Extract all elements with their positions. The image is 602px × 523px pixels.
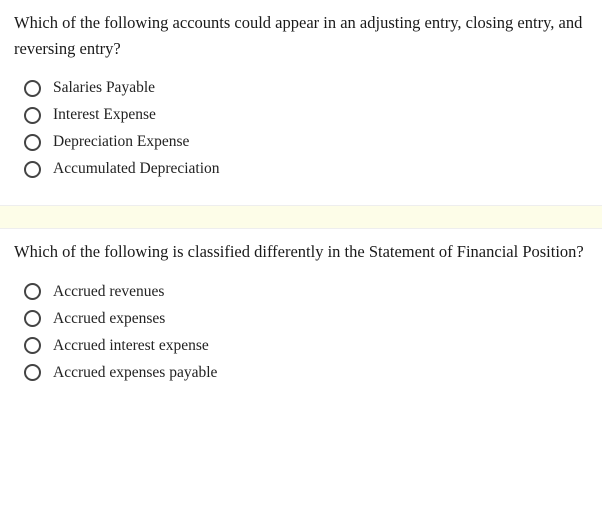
- radio-icon: [24, 364, 41, 381]
- question-1: Which of the following accounts could ap…: [0, 0, 602, 205]
- radio-icon: [24, 337, 41, 354]
- option-label: Interest Expense: [53, 106, 156, 124]
- radio-icon: [24, 283, 41, 300]
- option-accrued-expenses[interactable]: Accrued expenses: [24, 310, 588, 328]
- question-2-options: Accrued revenues Accrued expenses Accrue…: [14, 283, 588, 382]
- option-depreciation-expense[interactable]: Depreciation Expense: [24, 133, 588, 151]
- radio-icon: [24, 134, 41, 151]
- option-accrued-expenses-payable[interactable]: Accrued expenses payable: [24, 364, 588, 382]
- option-label: Accrued expenses: [53, 310, 165, 328]
- question-2-prompt: Which of the following is classified dif…: [14, 239, 588, 265]
- option-accumulated-depreciation[interactable]: Accumulated Depreciation: [24, 160, 588, 178]
- radio-icon: [24, 107, 41, 124]
- radio-icon: [24, 80, 41, 97]
- option-label: Accrued interest expense: [53, 337, 209, 355]
- question-2: Which of the following is classified dif…: [0, 229, 602, 409]
- radio-icon: [24, 161, 41, 178]
- question-divider: [0, 205, 602, 229]
- option-label: Accumulated Depreciation: [53, 160, 220, 178]
- option-accrued-interest-expense[interactable]: Accrued interest expense: [24, 337, 588, 355]
- option-label: Depreciation Expense: [53, 133, 189, 151]
- question-1-prompt: Which of the following accounts could ap…: [14, 10, 588, 61]
- option-accrued-revenues[interactable]: Accrued revenues: [24, 283, 588, 301]
- option-label: Accrued revenues: [53, 283, 164, 301]
- radio-icon: [24, 310, 41, 327]
- option-label: Salaries Payable: [53, 79, 155, 97]
- option-label: Accrued expenses payable: [53, 364, 217, 382]
- question-1-options: Salaries Payable Interest Expense Deprec…: [14, 79, 588, 178]
- option-salaries-payable[interactable]: Salaries Payable: [24, 79, 588, 97]
- option-interest-expense[interactable]: Interest Expense: [24, 106, 588, 124]
